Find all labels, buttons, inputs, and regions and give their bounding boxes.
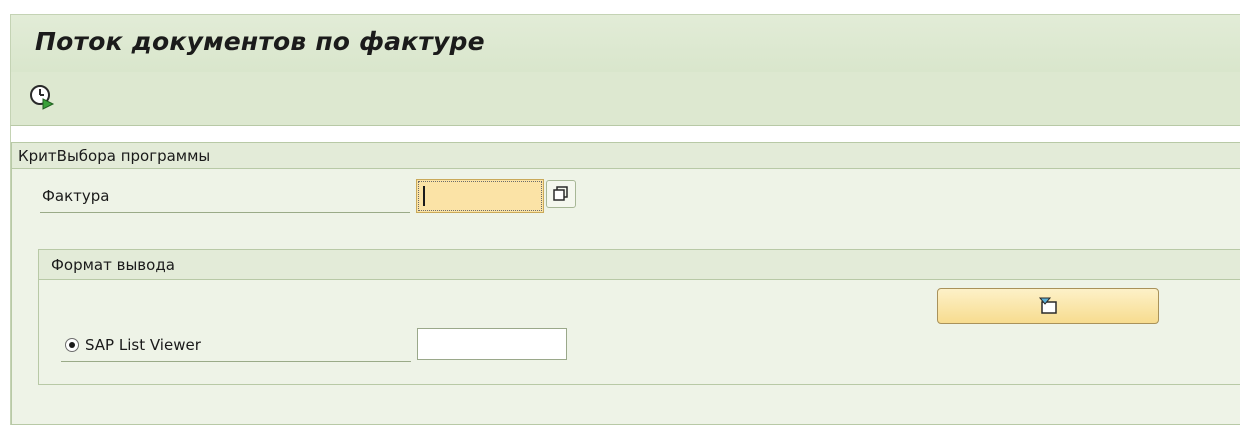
program-selection-group: КритВыбора программы Фактура Формат выво… <box>11 142 1240 425</box>
layout-select-icon <box>1038 297 1057 314</box>
radio-selected-dot <box>69 342 75 348</box>
selection-screen: КритВыбора программы Фактура Формат выво… <box>10 126 1240 425</box>
billing-document-input[interactable] <box>416 179 544 213</box>
output-format-group: Формат вывода SAP List Viewer <box>38 249 1240 385</box>
billing-document-label: Фактура <box>40 187 410 213</box>
layout-select-button[interactable] <box>937 288 1159 324</box>
output-format-header: Формат вывода <box>39 250 1240 280</box>
multiple-selection-icon <box>553 186 568 201</box>
execute-clock-icon <box>30 85 55 110</box>
text-cursor <box>423 186 425 206</box>
application-toolbar <box>10 72 1240 126</box>
execute-button[interactable] <box>27 82 57 112</box>
program-selection-title: КритВыбора программы <box>18 147 211 165</box>
alv-radio-row[interactable]: SAP List Viewer <box>61 332 411 362</box>
title-bar: Поток документов по фактуре <box>10 14 1240 72</box>
alv-radio-button[interactable] <box>65 338 79 352</box>
program-selection-header: КритВыбора программы <box>12 143 1240 169</box>
page-title: Поток документов по фактуре <box>35 27 485 56</box>
multiple-selection-button[interactable] <box>546 180 576 208</box>
sap-screen: Поток документов по фактуре КритВыбора п… <box>0 0 1240 425</box>
output-format-title: Формат вывода <box>51 256 175 274</box>
layout-input[interactable] <box>417 328 567 360</box>
alv-radio-label: SAP List Viewer <box>85 336 201 354</box>
top-clip <box>0 0 1240 14</box>
